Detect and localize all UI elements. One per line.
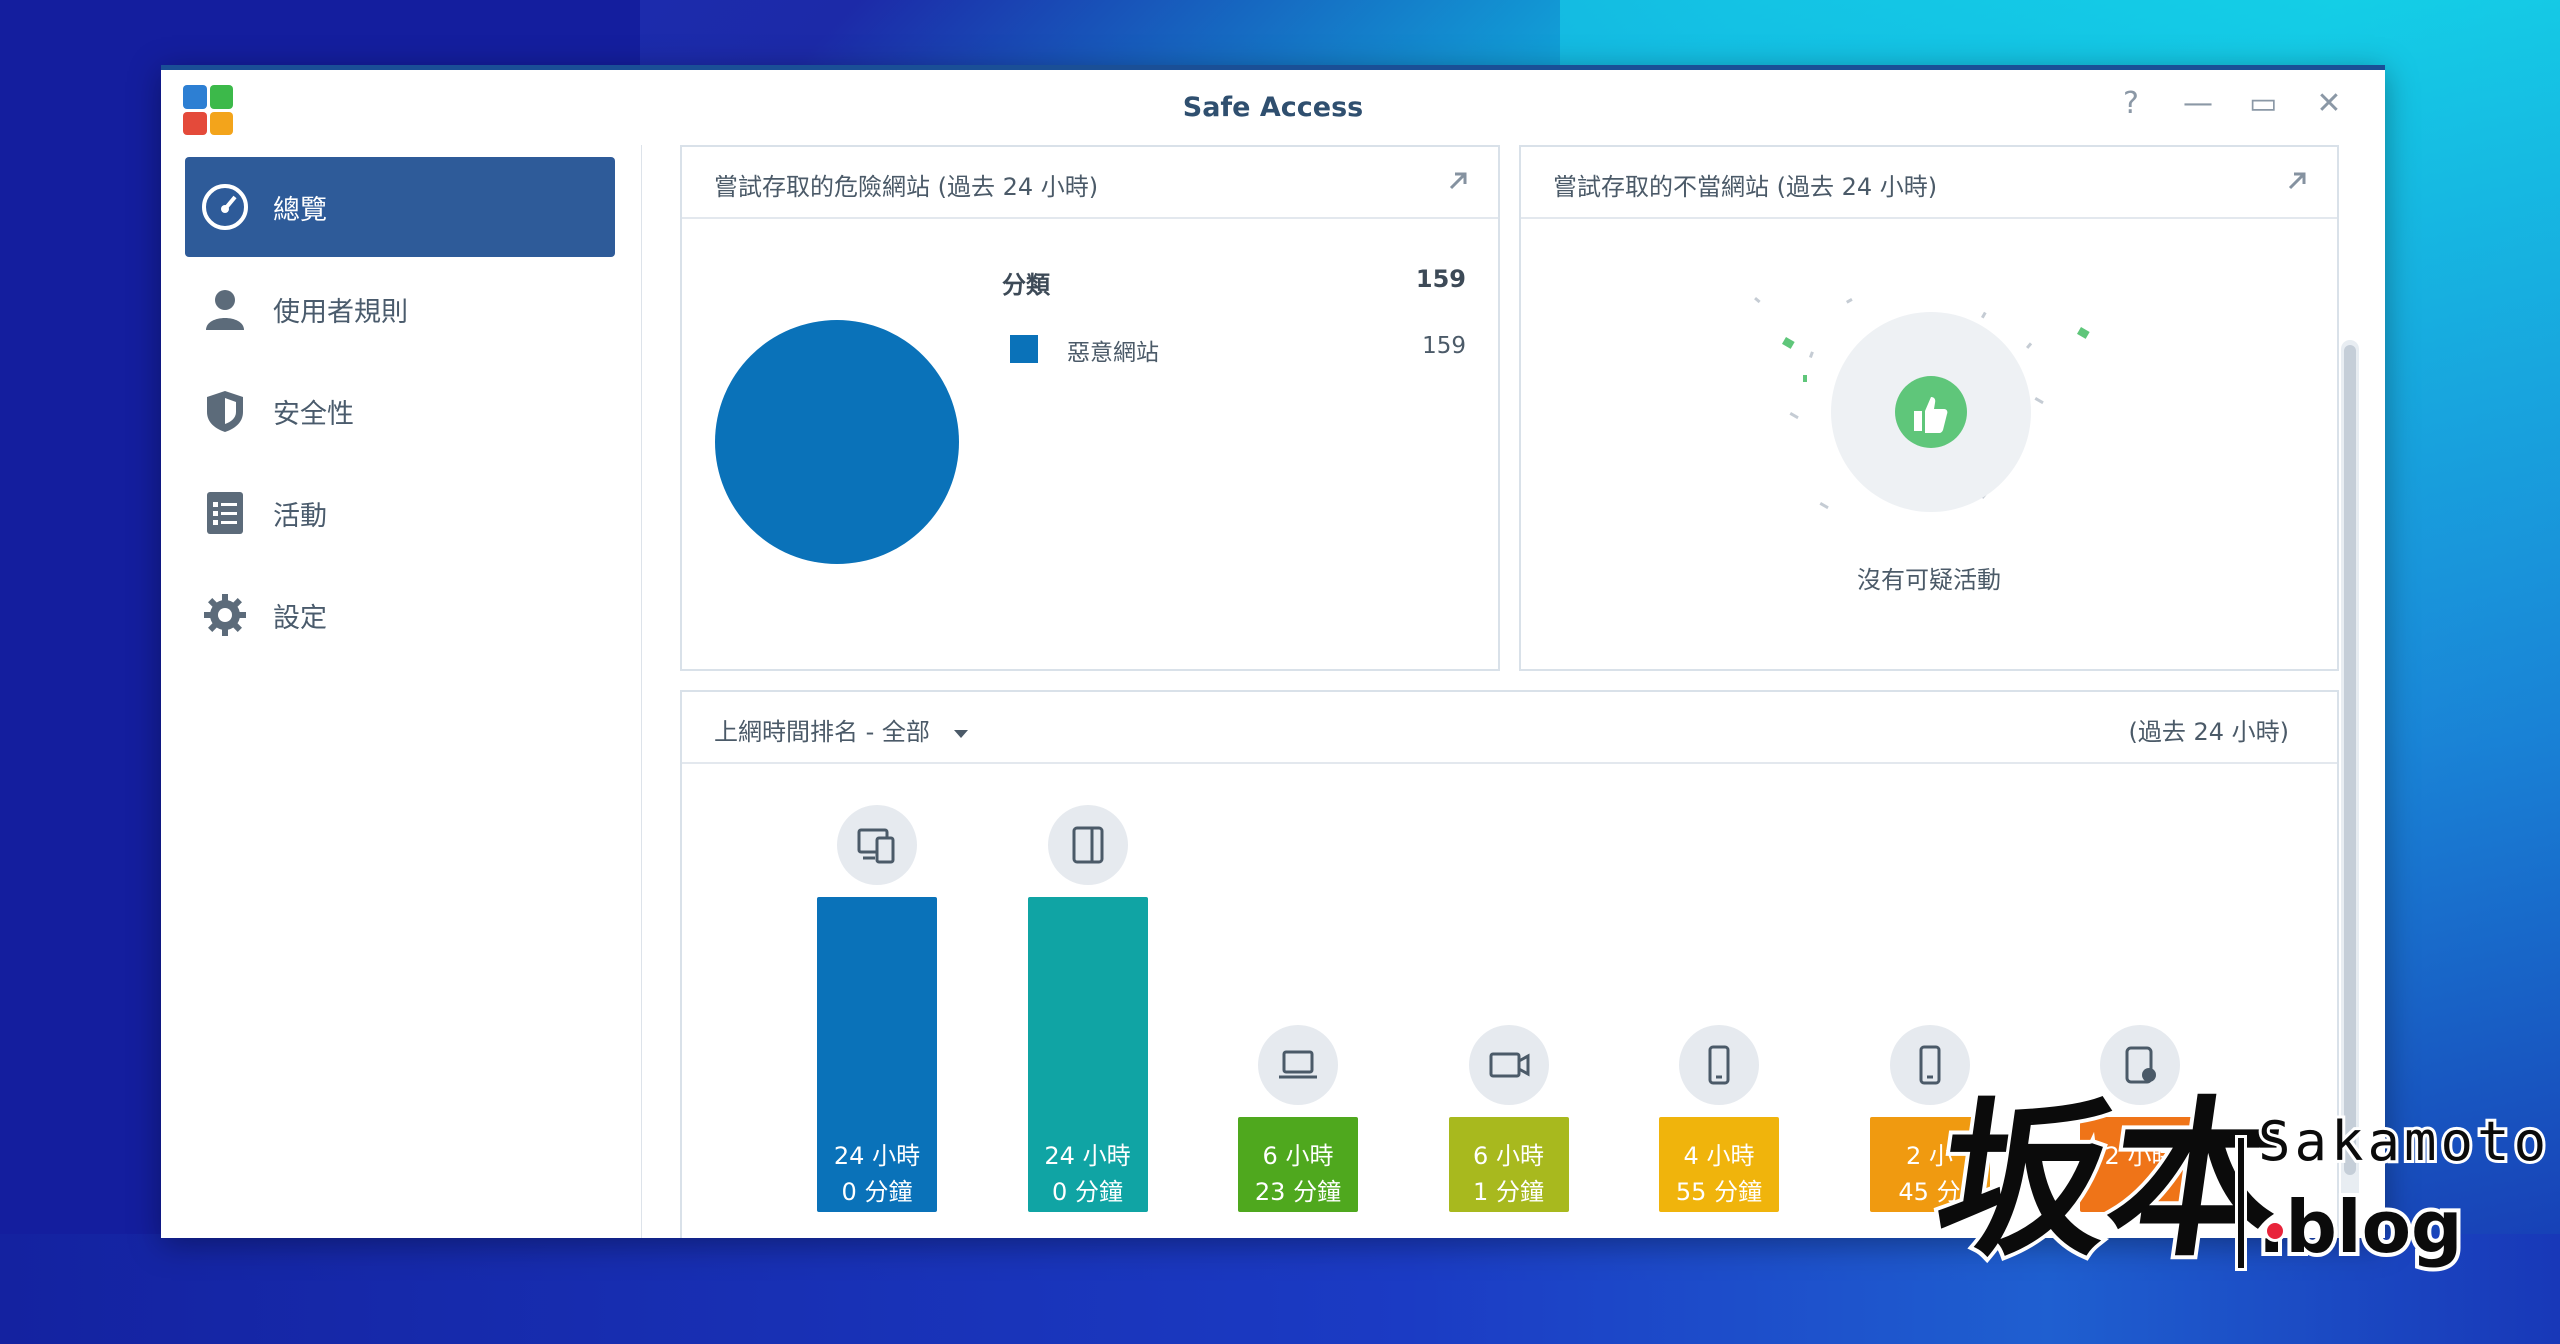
ranking-bar[interactable]: 24 小時 0 分鐘 [1027,897,1148,1212]
ranking-filter-dropdown[interactable]: 上網時間排名 - 全部 [714,712,970,747]
maximize-button[interactable]: ▭ [2249,89,2277,119]
chevron-down-icon [953,730,968,738]
window-title: Safe Access [1182,92,1364,123]
panel-inappropriate-sites: 嘗試存取的不當網站 (過去 24 小時) 沒有可疑活動 [1519,145,2339,671]
empty-state-text: 沒有可疑活動 [1857,566,2001,594]
bar-value-label: 24 小時 0 分鐘 [817,1138,937,1210]
expand-icon[interactable] [2285,169,2309,193]
sidebar-item-overview[interactable]: 總覽 [185,157,615,257]
watermark-domain: .blog [2254,1181,2467,1273]
devices-icon [837,805,917,885]
legend-item-label: 惡意網站 [1067,340,1159,366]
sidebar-item-label: 使用者規則 [273,296,408,328]
bar-hours: 4 小時 [1683,1142,1755,1170]
camera-icon [1468,1025,1549,1105]
sidebar-item-user-rules[interactable]: 使用者規則 [185,259,615,359]
list-icon [199,487,251,539]
phone-icon [1679,1025,1759,1105]
panel-dangerous-sites: 嘗試存取的危險網站 (過去 24 小時) 分類 159 惡意網站 159 [680,145,1500,671]
panel-title: 上網時間排名 - 全部 [714,718,930,746]
expand-icon[interactable] [1446,169,1470,193]
ranking-bar[interactable]: 6 小時 23 分鐘 [1238,1117,1358,1212]
bar-minutes: 0 分鐘 [841,1178,913,1206]
bar-hours: 6 小時 [1262,1142,1334,1170]
help-button[interactable]: ? [2117,89,2145,119]
period-label: (過去 24 小時) [2128,718,2289,746]
legend-header: 分類 [1002,271,1050,299]
ranking-bar[interactable]: 4 小時 55 分鐘 [1659,1117,1779,1212]
minimize-button[interactable]: — [2183,89,2213,119]
bar-value-label: 4 小時 55 分鐘 [1659,1138,1779,1210]
legend-swatch [1010,335,1038,363]
sidebar-item-settings[interactable]: 設定 [185,565,615,665]
bar-hours: 6 小時 [1473,1142,1544,1170]
tablet-icon [1047,805,1128,885]
legend-total: 159 [1415,265,1466,293]
pie-slice[interactable] [715,320,959,564]
title-bar: Safe Access ? — ▭ ✕ [161,65,2385,150]
bar-minutes: 1 分鐘 [1473,1178,1544,1206]
ranking-bar[interactable]: 6 小時 1 分鐘 [1448,1117,1569,1212]
user-icon [199,283,251,335]
bar-value-label: 24 小時 0 分鐘 [1028,1138,1148,1210]
sidebar-item-label: 活動 [273,500,327,532]
watermark-dot [2264,1220,2286,1242]
bar-hours: 24 小時 [833,1142,921,1170]
confetti-decoration [1754,297,2090,512]
dashboard-icon [199,181,251,233]
bar-hours: 24 小時 [1044,1142,1131,1170]
bar-minutes: 23 分鐘 [1254,1178,1342,1206]
scrollbar-thumb[interactable] [2344,345,2356,1175]
sakamoto-blog-watermark: 坂本 Sakamoto .blog [1922,1076,2549,1320]
sidebar-item-security[interactable]: 安全性 [185,361,615,461]
panel-title: 嘗試存取的危險網站 (過去 24 小時) [714,173,1099,201]
app-window: Safe Access ? — ▭ ✕ 總覽 使用者規則 安全性 活動 設定 嘗… [161,65,2385,1238]
close-button[interactable]: ✕ [2315,89,2343,119]
legend-item-value: 159 [1422,333,1466,359]
watermark-divider [2235,1135,2247,1271]
pie-chart [715,320,959,564]
gear-icon [199,589,251,641]
sidebar: 總覽 使用者規則 安全性 活動 設定 [161,145,642,1238]
bar-minutes: 55 分鐘 [1675,1178,1763,1206]
sidebar-item-label: 設定 [273,602,327,634]
panel-title: 嘗試存取的不當網站 (過去 24 小時) [1553,173,1938,201]
bar-value-label: 6 小時 1 分鐘 [1449,1138,1569,1210]
sidebar-item-label: 安全性 [273,398,354,430]
watermark-name: Sakamoto [2255,1107,2551,1176]
sidebar-item-label: 總覽 [273,194,327,226]
bar-minutes: 0 分鐘 [1052,1178,1123,1206]
bar-value-label: 6 小時 23 分鐘 [1238,1138,1358,1210]
ranking-bar[interactable]: 24 小時 0 分鐘 [817,897,937,1212]
shield-icon [199,385,251,437]
laptop-icon [1258,1025,1338,1105]
sidebar-item-activity[interactable]: 活動 [185,463,615,563]
